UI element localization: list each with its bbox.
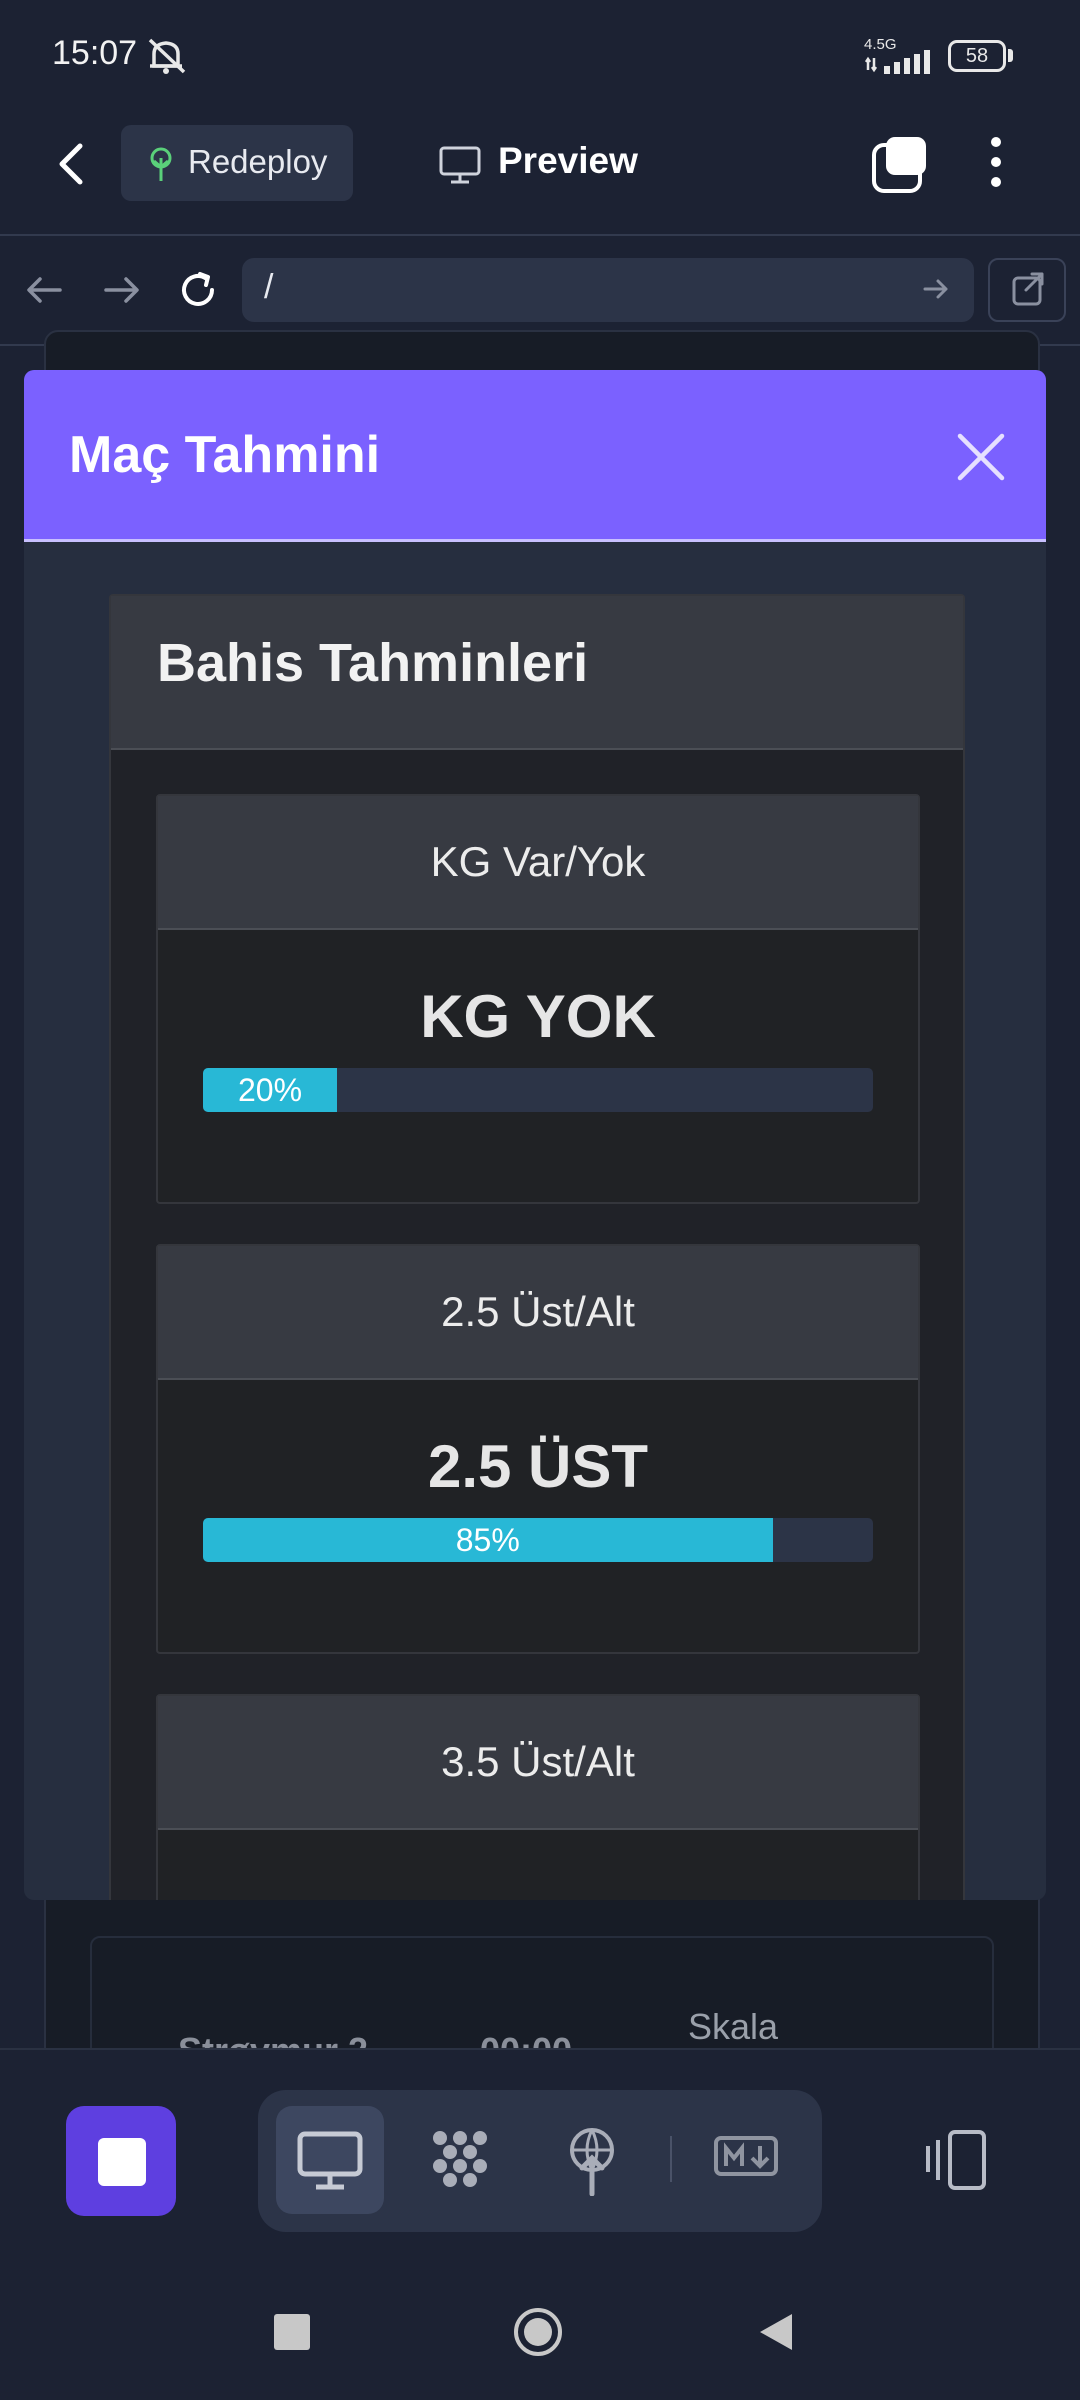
confidence-fill: 85% [203,1518,773,1562]
confidence-bar: 20% [203,1068,873,1112]
prediction-title: KG Var/Yok [430,838,646,885]
deploy-icon[interactable] [556,2124,628,2196]
more-vertical-icon[interactable] [984,134,1008,190]
prediction-header: KG Var/Yok [158,796,918,930]
modal-title: Maç Tahmini [69,426,381,484]
battery-indicator: 58 [948,40,1006,72]
monitor-icon [438,145,482,185]
redeploy-label: Redeploy [188,143,328,180]
monitor-icon [294,2124,366,2196]
grid-icon[interactable] [424,2124,496,2196]
confidence-bar: 85% [203,1518,873,1562]
clock: 15:07 [52,34,138,72]
home-icon[interactable] [512,2306,564,2358]
url-go-icon[interactable] [922,276,950,302]
confidence-fill: 20% [203,1068,337,1112]
prediction-header: 2.5 Üst/Alt [158,1246,918,1380]
url-text[interactable]: / [264,268,273,307]
bet-predictions-card: Bahis Tahminleri KG Var/Yok KG YOK 20% 2… [109,594,965,1900]
confidence-label: 85% [455,1522,520,1558]
prediction-over-under-2-5: 2.5 Üst/Alt 2.5 ÜST 85% [156,1244,920,1654]
modal-header: Maç Tahmini [24,370,1046,542]
background-team-name-2: Skala [688,2006,779,2047]
prediction-value: 2.5 ÜST [427,1433,649,1500]
stop-icon [98,2138,146,2186]
mute-icon [144,36,190,76]
prediction-title: 3.5 Üst/Alt [441,1738,635,1785]
tabs-icon[interactable] [870,135,930,195]
external-link-button[interactable] [988,258,1066,322]
external-link-icon [1012,272,1044,306]
markdown-icon[interactable] [714,2132,778,2180]
prediction-over-under-3-5: 3.5 Üst/Alt [156,1694,920,1900]
reload-icon[interactable] [176,268,220,312]
preview-title: Preview [498,140,638,181]
prediction-value: KG YOK [420,983,656,1050]
toolbar-divider [670,2136,672,2182]
confidence-label: 20% [237,1072,303,1108]
prediction-modal: Maç Tahmini Bahis Tahminleri KG Var/Yok … [24,370,1046,1900]
sprout-icon [144,145,178,183]
card-header: Bahis Tahminleri [111,596,963,750]
back-nav-icon[interactable] [756,2310,796,2354]
prediction-kg: KG Var/Yok KG YOK 20% [156,794,920,1204]
browser-forward-icon[interactable] [102,274,142,306]
prediction-header: 3.5 Üst/Alt [158,1696,918,1830]
devices-icon[interactable] [922,2128,992,2192]
recents-icon[interactable] [274,2314,310,2350]
back-button[interactable] [52,140,88,188]
close-icon[interactable] [954,430,1008,484]
url-bar[interactable] [242,258,974,322]
browser-back-icon[interactable] [24,274,64,306]
battery-tip [1008,49,1013,62]
card-title: Bahis Tahminleri [157,633,589,693]
prediction-title: 2.5 Üst/Alt [441,1288,635,1335]
signal-icon [864,50,936,74]
